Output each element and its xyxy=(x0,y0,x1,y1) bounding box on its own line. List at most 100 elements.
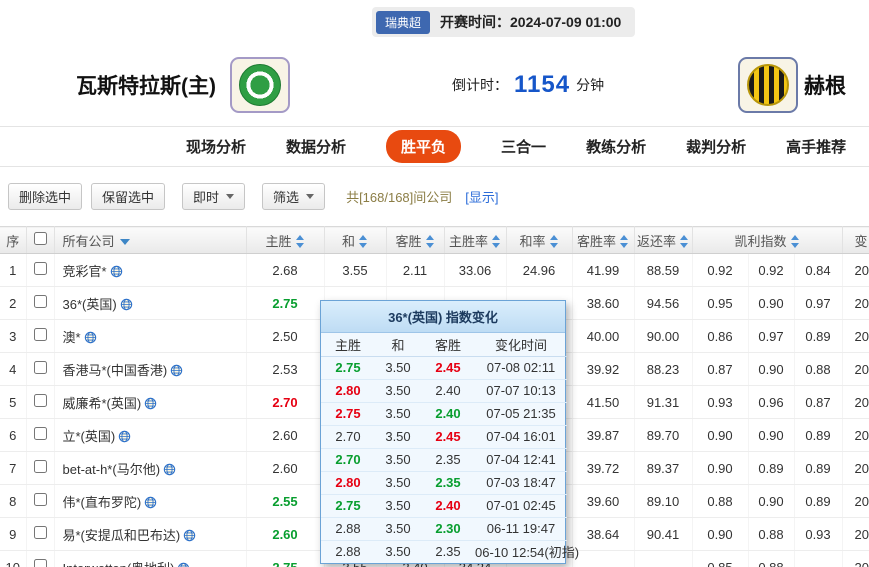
company-name[interactable]: 易*(安提瓜和巴布达) xyxy=(63,528,181,543)
toolbar: 删除选中 保留选中 即时 筛选 共[168/168]间公司 [显示] xyxy=(0,167,869,226)
nav-tab[interactable]: 胜平负 xyxy=(386,130,461,163)
col-company[interactable]: 所有公司 xyxy=(54,227,246,254)
company-cell: 澳* xyxy=(54,320,246,353)
filter-dropdown[interactable]: 筛选 xyxy=(262,183,325,210)
home-odds[interactable]: 2.53 xyxy=(272,362,297,377)
show-link[interactable]: [显示] xyxy=(465,187,498,206)
home-odds-cell: 2.75 xyxy=(246,287,324,320)
company-name[interactable]: 澳* xyxy=(63,330,81,345)
nav-tab[interactable]: 高手推荐 xyxy=(786,136,846,157)
kelly-draw: 0.89 xyxy=(748,452,794,485)
col-draw-odds[interactable]: 和 xyxy=(324,227,386,254)
row-select-cell xyxy=(26,287,54,320)
company-name[interactable]: bet-at-h*(马尔他) xyxy=(63,462,161,477)
teams-row: 瓦斯特拉斯(主) 倒计时： 1154 分钟 赫根 xyxy=(0,44,869,126)
row-checkbox[interactable] xyxy=(34,394,47,407)
col-home-label: 主胜 xyxy=(265,234,291,249)
company-name[interactable]: 立*(英国) xyxy=(63,429,116,444)
row-checkbox[interactable] xyxy=(34,427,47,440)
away-rate: 39.87 xyxy=(572,419,634,452)
row-select-cell xyxy=(26,353,54,386)
popup-home-odds: 2.70 xyxy=(321,448,375,471)
instant-dropdown-label: 即时 xyxy=(193,187,219,206)
sort-icon[interactable] xyxy=(620,235,629,248)
col-away-label: 客胜 xyxy=(395,234,421,249)
popup-away-odds: 2.40 xyxy=(421,402,475,425)
change-time: 20 xyxy=(842,353,869,386)
home-odds[interactable]: 2.60 xyxy=(272,527,297,542)
home-odds[interactable]: 2.70 xyxy=(272,395,297,410)
home-odds[interactable]: 2.75 xyxy=(272,560,297,567)
popup-home-odds: 2.75 xyxy=(321,402,375,425)
away-team-logo xyxy=(738,57,798,113)
row-checkbox[interactable] xyxy=(34,328,47,341)
change-time: 20 xyxy=(842,452,869,485)
col-return-rate[interactable]: 返还率 xyxy=(634,227,692,254)
col-kelly[interactable]: 凯利指数 xyxy=(692,227,842,254)
away-rate: 39.72 xyxy=(572,452,634,485)
popup-home-odds: 2.70 xyxy=(321,425,375,448)
sort-icon[interactable] xyxy=(492,235,501,248)
home-team-name: 瓦斯特拉斯(主) xyxy=(76,70,216,100)
home-odds[interactable]: 2.55 xyxy=(272,494,297,509)
company-name[interactable]: 竞彩官* xyxy=(63,264,107,279)
popup-change-time: 07-03 18:47 xyxy=(475,471,567,494)
league-badge[interactable]: 瑞典超 xyxy=(376,11,430,34)
home-odds[interactable]: 2.50 xyxy=(272,329,297,344)
popup-row: 2.703.502.3507-04 12:41 xyxy=(321,448,567,471)
home-odds[interactable]: 2.68 xyxy=(272,263,297,278)
row-checkbox[interactable] xyxy=(34,493,47,506)
row-select-cell xyxy=(26,551,54,567)
company-filter-icon[interactable] xyxy=(120,239,130,245)
kelly-away: 0.88 xyxy=(794,353,842,386)
home-odds-cell: 2.75 xyxy=(246,551,324,567)
row-checkbox[interactable] xyxy=(34,526,47,539)
sort-icon[interactable] xyxy=(550,235,559,248)
company-name[interactable]: Interwetten(奥地利) xyxy=(63,561,175,567)
row-checkbox[interactable] xyxy=(34,295,47,308)
sort-icon[interactable] xyxy=(791,235,800,248)
sort-icon[interactable] xyxy=(296,235,305,248)
col-away-rate[interactable]: 客胜率 xyxy=(572,227,634,254)
nav-tab[interactable]: 数据分析 xyxy=(286,136,346,157)
company-name[interactable]: 36*(英国) xyxy=(63,297,117,312)
odds-comparison-page: 瑞典超 开赛时间：2024-07-09 01:00 瓦斯特拉斯(主) 倒计时： … xyxy=(0,0,869,567)
nav-tab[interactable]: 三合一 xyxy=(501,136,546,157)
select-all-checkbox[interactable] xyxy=(34,232,47,245)
row-checkbox[interactable] xyxy=(34,559,47,567)
row-checkbox[interactable] xyxy=(34,262,47,275)
home-odds[interactable]: 2.60 xyxy=(272,461,297,476)
company-name[interactable]: 威廉希*(英国) xyxy=(63,396,142,411)
globe-icon xyxy=(144,397,157,410)
delete-selected-button[interactable]: 删除选中 xyxy=(8,183,82,210)
col-home-odds[interactable]: 主胜 xyxy=(246,227,324,254)
kelly-draw: 0.88 xyxy=(748,518,794,551)
row-checkbox[interactable] xyxy=(34,361,47,374)
col-change[interactable]: 变 xyxy=(842,227,869,254)
sort-icon[interactable] xyxy=(359,235,368,248)
home-odds[interactable]: 2.60 xyxy=(272,428,297,443)
company-cell: 竞彩官* xyxy=(54,254,246,287)
col-away-odds[interactable]: 客胜 xyxy=(386,227,444,254)
sort-icon[interactable] xyxy=(680,235,689,248)
kelly-away: 0.89 xyxy=(794,452,842,485)
company-name[interactable]: 香港马*(中国香港) xyxy=(63,363,168,378)
away-odds[interactable]: 2.11 xyxy=(403,263,427,278)
col-home-rate[interactable]: 主胜率 xyxy=(444,227,506,254)
keep-selected-button[interactable]: 保留选中 xyxy=(91,183,165,210)
row-checkbox[interactable] xyxy=(34,460,47,473)
sort-icon[interactable] xyxy=(426,235,435,248)
kelly-away: 0.89 xyxy=(794,320,842,353)
nav-tab[interactable]: 裁判分析 xyxy=(686,136,746,157)
instant-dropdown[interactable]: 即时 xyxy=(182,183,245,210)
nav-tab[interactable]: 教练分析 xyxy=(586,136,646,157)
draw-odds[interactable]: 3.55 xyxy=(342,263,367,278)
nav-tab[interactable]: 现场分析 xyxy=(186,136,246,157)
popup-row: 2.753.502.4007-01 02:45 xyxy=(321,494,567,517)
col-draw-rate[interactable]: 和率 xyxy=(506,227,572,254)
kelly-home: 0.95 xyxy=(692,287,748,320)
company-name[interactable]: 伟*(直布罗陀) xyxy=(63,495,142,510)
row-select-cell xyxy=(26,386,54,419)
home-odds-cell: 2.50 xyxy=(246,320,324,353)
home-odds[interactable]: 2.75 xyxy=(272,296,297,311)
